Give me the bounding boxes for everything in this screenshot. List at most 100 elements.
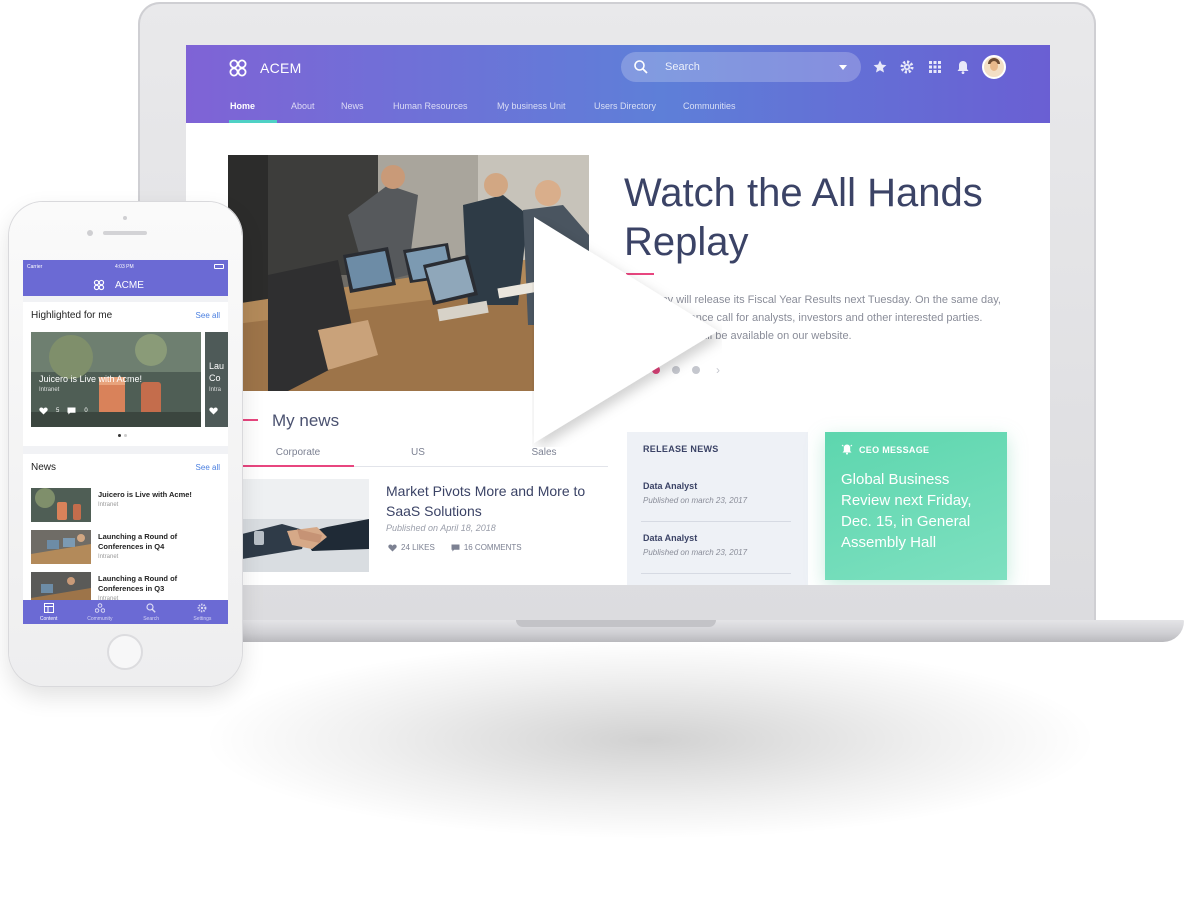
mobile-brand-name: ACME	[115, 280, 144, 291]
release-item-title[interactable]: Data Analyst	[643, 481, 697, 491]
active-nav-underline	[229, 120, 277, 123]
news-article-meta: 24 LIKES 16 COMMENTS	[388, 543, 522, 552]
tab-settings-label: Settings	[193, 616, 212, 622]
community-icon	[94, 603, 105, 613]
carousel-dot-2[interactable]	[124, 434, 127, 437]
comments-count: 16 COMMENTS	[463, 543, 522, 552]
highlighted-peek-source: Intra	[209, 387, 222, 393]
likes-count: 24 LIKES	[401, 543, 435, 552]
tab-us[interactable]: US	[362, 447, 474, 458]
list-item[interactable]: Juicero is Live with Acme! Intranet	[31, 488, 221, 522]
carousel-dot-1[interactable]	[118, 434, 121, 437]
nav-item-about[interactable]: About	[291, 101, 341, 111]
status-bar: Carrier 4:03 PM	[23, 260, 228, 274]
gear-icon	[197, 603, 207, 613]
comment-icon[interactable]	[67, 407, 76, 415]
release-item-date: Published on march 23, 2017	[643, 548, 748, 557]
tab-search[interactable]: Search	[126, 600, 177, 624]
laptop-notch	[516, 620, 716, 627]
mobile-tab-bar: Content Community Search Settings	[23, 600, 228, 624]
content-icon	[43, 603, 54, 613]
news-item-title: Juicero is Live with Acme!	[98, 490, 192, 499]
search-placeholder: Search	[665, 61, 700, 73]
tab-settings[interactable]: Settings	[177, 600, 228, 624]
apps-grid-icon[interactable]	[927, 59, 943, 75]
active-tab-underline	[242, 465, 354, 467]
highlighted-title: Highlighted for me	[31, 310, 113, 321]
likes-count: 5	[56, 408, 60, 414]
user-avatar[interactable]	[982, 55, 1006, 79]
news-section: News See all Juicero is Live with Acme! …	[23, 454, 228, 606]
highlighted-carousel-dots	[118, 434, 127, 437]
news-article-date: Published on April 18, 2018	[386, 523, 496, 533]
star-icon[interactable]	[872, 59, 888, 75]
bell-icon[interactable]	[955, 59, 971, 75]
news-item-title: Launching a Round of Conferences in Q4	[98, 532, 178, 551]
carrier-label: Carrier	[27, 264, 43, 270]
highlighted-section: Highlighted for me See all Juicero is Li…	[23, 302, 228, 446]
highlighted-card-peek[interactable]: Lau Co Intra	[205, 332, 228, 427]
news-section-title: News	[31, 462, 57, 473]
heart-icon[interactable]	[39, 407, 48, 415]
news-item-source: Intranet	[98, 502, 119, 508]
top-bar: ACEM Search Home About News Human Resour…	[186, 45, 1050, 123]
nav-item-home[interactable]: Home	[230, 101, 291, 111]
list-item[interactable]: Launching a Round of Conferences in Q4 I…	[31, 530, 221, 564]
phone-sensor	[123, 216, 127, 220]
play-video-icon[interactable]	[532, 215, 722, 447]
heart-icon[interactable]	[209, 407, 218, 415]
tab-search-label: Search	[143, 616, 160, 622]
highlighted-peek-title: Lau Co	[209, 361, 225, 383]
heart-icon[interactable]	[388, 543, 397, 552]
nav-item-my-business-unit[interactable]: My business Unit	[497, 101, 594, 111]
phone-camera	[87, 230, 93, 236]
news-see-all-link[interactable]: See all	[196, 463, 220, 472]
release-news-card: RELEASE NEWS Data Analyst Published on m…	[627, 432, 808, 585]
ceo-message-card[interactable]: CEO MESSAGE Global Business Review next …	[825, 432, 1007, 580]
highlighted-card-title: Juicero is Live with Acme!	[39, 374, 143, 384]
tab-corporate[interactable]: Corporate	[242, 447, 354, 458]
search-input[interactable]: Search	[621, 52, 861, 82]
release-item-title[interactable]: Data Analyst	[643, 533, 697, 543]
brand-logo-icon[interactable]	[228, 58, 248, 78]
news-article-title[interactable]: Market Pivots More and More to SaaS Solu…	[386, 481, 606, 521]
nav-item-human-resources[interactable]: Human Resources	[393, 101, 497, 111]
brand-name[interactable]: ACEM	[260, 60, 302, 76]
comments-count: 0	[84, 408, 88, 414]
search-icon	[634, 60, 648, 74]
search-icon	[146, 603, 156, 613]
laptop-shadow	[200, 640, 1100, 840]
brand-logo-icon	[93, 279, 105, 291]
news-article-image[interactable]	[242, 479, 369, 572]
highlighted-card[interactable]: Juicero is Live with Acme! Intranet 5 0	[31, 332, 201, 427]
chevron-down-icon[interactable]	[839, 65, 847, 70]
my-news-title: My news	[272, 411, 340, 430]
handshake-image	[242, 479, 369, 572]
release-divider	[641, 573, 791, 574]
alarm-icon	[841, 444, 853, 455]
main-navigation: Home About News Human Resources My busin…	[230, 101, 736, 111]
status-time: 4:03 PM	[115, 264, 134, 270]
news-item-source: Intranet	[98, 554, 119, 560]
mobile-app-screen: Carrier 4:03 PM ACME Highlighted for me …	[23, 260, 228, 624]
news-item-title: Launching a Round of Conferences in Q3	[98, 574, 178, 593]
avatar-face	[990, 61, 998, 71]
nav-item-news[interactable]: News	[341, 101, 393, 111]
tab-content[interactable]: Content	[23, 600, 74, 624]
marketing-stage: ACEM Search Home About News Human Resour…	[0, 0, 1186, 924]
tab-content-label: Content	[39, 616, 58, 622]
mobile-header: ACME	[23, 274, 228, 296]
tab-community-label: Community	[87, 616, 113, 622]
gear-icon[interactable]	[899, 59, 915, 75]
highlighted-see-all-link[interactable]: See all	[196, 311, 220, 320]
nav-item-users-directory[interactable]: Users Directory	[594, 101, 683, 111]
comment-icon[interactable]	[451, 543, 460, 552]
tab-sales[interactable]: Sales	[488, 447, 600, 458]
news-thumbnail	[31, 488, 91, 522]
highlighted-card-meta: 5 0	[39, 407, 88, 415]
nav-item-communities[interactable]: Communities	[683, 101, 736, 111]
phone-home-button[interactable]	[107, 634, 143, 670]
ceo-message-title: CEO MESSAGE	[859, 445, 930, 455]
tab-community[interactable]: Community	[74, 600, 125, 624]
battery-icon	[214, 264, 224, 269]
